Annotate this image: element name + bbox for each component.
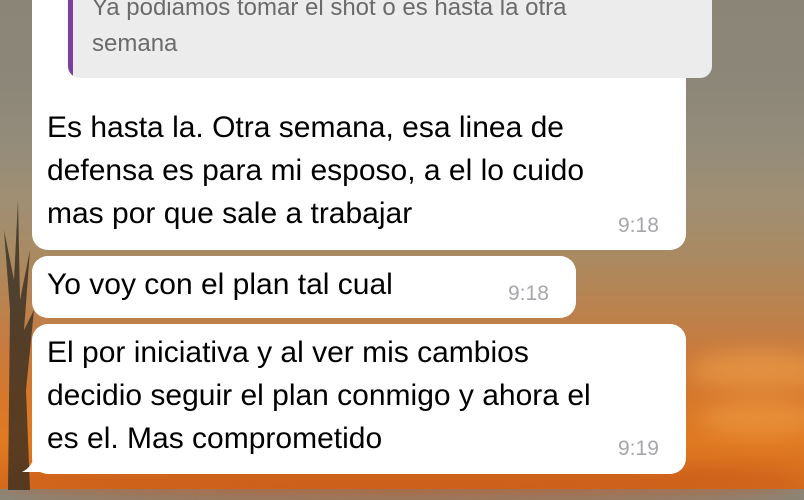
message-text: Es hasta la. Otra semana, esa linea de d…	[47, 111, 584, 230]
message-timestamp: 9:18	[508, 282, 549, 305]
background-cloud	[700, 400, 804, 435]
message-text: Yo voy con el plan tal cual	[47, 268, 393, 301]
message-bubble[interactable]: El por iniciativa y al ver mis cambios d…	[32, 324, 686, 474]
message-bubble[interactable]: Yo voy con el plan tal cual 9:18	[32, 256, 576, 318]
message-timestamp: 9:18	[618, 214, 659, 237]
message-text: El por iniciativa y al ver mis cambios d…	[47, 336, 591, 455]
bubble-tail	[22, 452, 42, 472]
reply-quote-text: Ya podiamos tomar el shot o es hasta la …	[92, 0, 567, 57]
message-timestamp: 9:19	[618, 437, 659, 460]
reply-quote-bar	[68, 0, 73, 78]
reply-quote[interactable]: Ya podiamos tomar el shot o es hasta la …	[68, 0, 712, 78]
background-cloud	[690, 350, 804, 390]
message-bubble[interactable]: Ya podiamos tomar el shot o es hasta la …	[32, 0, 712, 250]
